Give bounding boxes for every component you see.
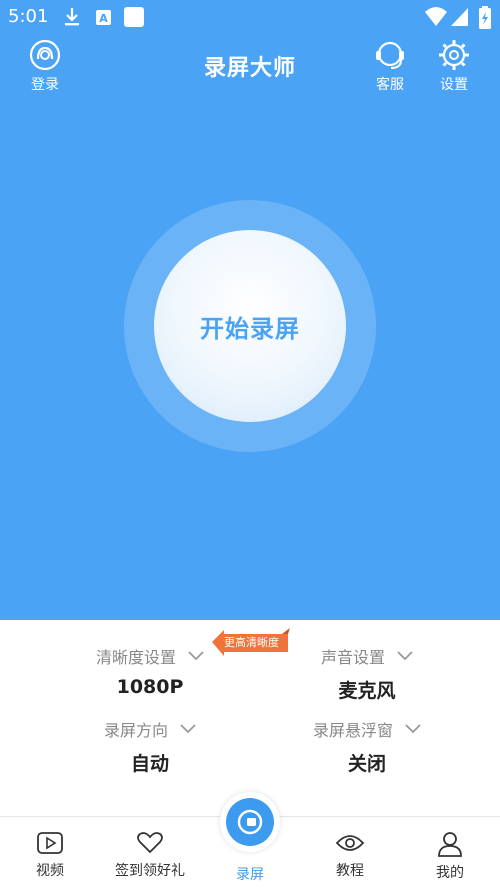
svg-text:A: A xyxy=(99,12,108,25)
floating-window-label: 录屏悬浮窗 xyxy=(312,721,393,740)
chevron-down-icon xyxy=(180,724,196,734)
nav-label-record: 录屏 xyxy=(236,867,264,883)
floating-window-value: 关闭 xyxy=(347,753,386,775)
settings-label: 设置 xyxy=(440,77,468,93)
battery-icon xyxy=(478,6,492,34)
customer-service-button[interactable]: 客服 xyxy=(360,38,420,94)
audio-label: 声音设置 xyxy=(320,648,385,667)
chevron-down-icon xyxy=(188,651,204,661)
resolution-value: 1080P xyxy=(116,676,184,698)
play-icon xyxy=(37,832,63,854)
signal-icon xyxy=(450,6,470,32)
gear-icon xyxy=(424,38,484,72)
user-icon xyxy=(438,832,462,857)
resolution-label: 清晰度设置 xyxy=(95,648,176,667)
nav-item-record[interactable] xyxy=(220,792,280,852)
download-icon xyxy=(62,6,82,32)
status-bar: 5:01 A xyxy=(0,0,500,34)
nav-label-mine: 我的 xyxy=(436,865,464,881)
start-recording-button[interactable]: 开始录屏 xyxy=(154,230,346,422)
nav-item-checkin[interactable]: 签到领好礼 xyxy=(100,817,200,889)
nav-label-video: 视频 xyxy=(36,863,64,879)
nav-label-checkin: 签到领好礼 xyxy=(115,863,185,879)
app-header: 登录 录屏大师 客服 设置 xyxy=(0,34,500,94)
audio-value: 麦克风 xyxy=(338,680,396,702)
orientation-setting[interactable]: 录屏方向 自动 xyxy=(25,717,275,776)
nav-item-tutorial[interactable]: 教程 xyxy=(300,817,400,889)
settings-button[interactable]: 设置 xyxy=(424,38,484,94)
square-notification-icon xyxy=(123,6,145,32)
wifi-icon xyxy=(424,6,448,32)
chevron-down-icon xyxy=(397,651,413,661)
a-notification-icon: A xyxy=(95,6,113,32)
orientation-value: 自动 xyxy=(130,753,169,775)
floating-window-setting[interactable]: 录屏悬浮窗 关闭 xyxy=(242,717,492,776)
record-icon xyxy=(237,809,263,835)
nav-item-mine[interactable]: 我的 xyxy=(400,817,500,889)
higher-resolution-badge: 更高清晰度 xyxy=(212,628,290,656)
heart-icon xyxy=(137,832,163,854)
nav-label-tutorial: 教程 xyxy=(336,863,364,879)
nav-item-video[interactable]: 视频 xyxy=(0,817,100,889)
status-time: 5:01 xyxy=(8,6,49,27)
headset-icon xyxy=(360,38,420,72)
orientation-label: 录屏方向 xyxy=(103,721,168,740)
top-panel: 5:01 A 登录 录屏大师 客服 设置 开始录屏 xyxy=(0,0,500,620)
chevron-down-icon xyxy=(405,724,421,734)
badge-text: 更高清晰度 xyxy=(224,636,279,649)
eye-icon xyxy=(335,835,365,851)
service-label: 客服 xyxy=(376,77,404,93)
start-recording-label: 开始录屏 xyxy=(200,314,300,343)
